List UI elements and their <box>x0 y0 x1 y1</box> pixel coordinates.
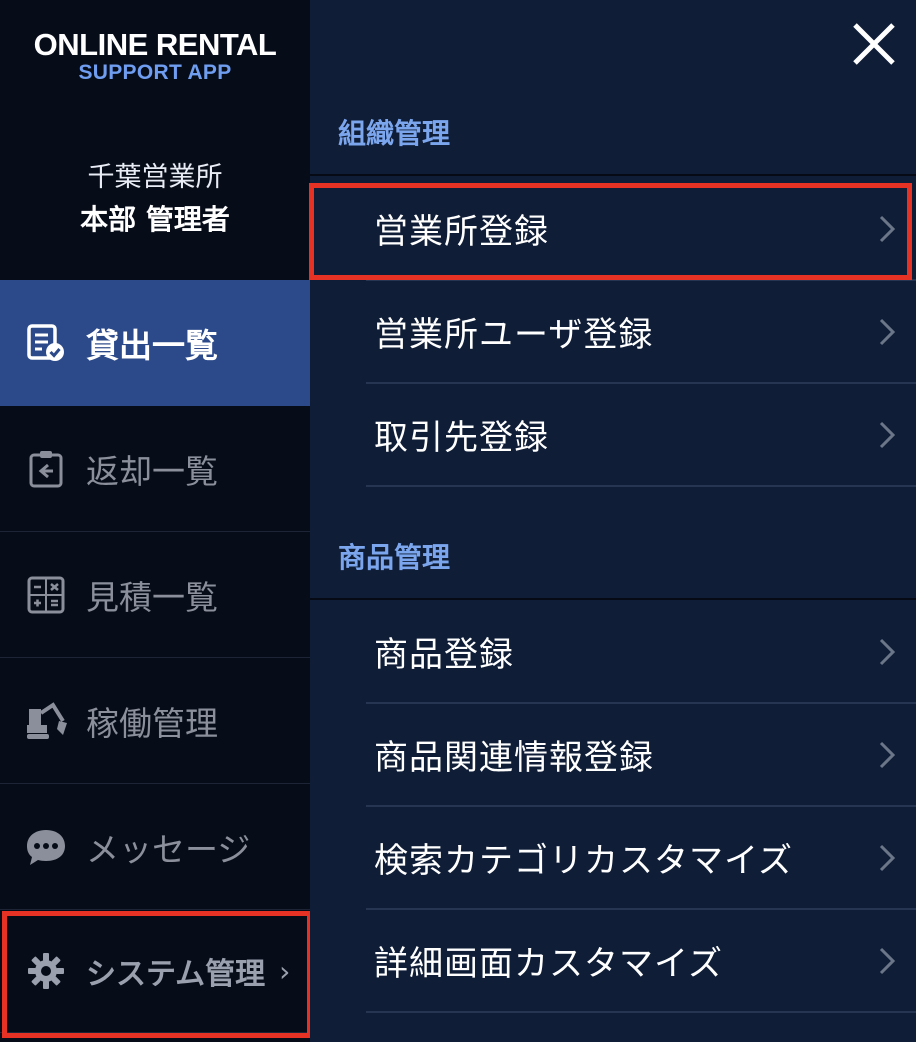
chevron-right-icon <box>879 318 896 345</box>
sidebar: ONLINE RENTAL SUPPORT APP 千葉営業所 本部 管理者 貸… <box>0 0 310 1042</box>
menu-item-label: 詳細画面カスタマイズ <box>374 944 723 984</box>
menu-item-product-registration[interactable]: 商品登録 <box>366 601 916 704</box>
sidebar-item-operation[interactable]: 稼働管理 <box>0 658 310 784</box>
return-clipboard-icon <box>24 447 68 491</box>
sidebar-item-system-admin[interactable]: システム管理 › <box>0 910 310 1033</box>
menu-item-office-user-registration[interactable]: 営業所ユーザ登録 <box>366 281 916 384</box>
menu-item-label: 取引先登録 <box>374 418 549 458</box>
user-role: 本部 管理者 <box>80 203 230 236</box>
sidebar-item-estimate-list[interactable]: 見積一覧 <box>0 532 310 658</box>
menu-item-office-registration[interactable]: 営業所登録 <box>366 178 916 281</box>
section-title-organization: 組織管理 <box>338 117 451 150</box>
sidebar-item-label: 見積一覧 <box>86 577 218 617</box>
menu-item-label: 営業所ユーザ登録 <box>374 315 654 355</box>
menu-item-search-category-customize[interactable]: 検索カテゴリカスタマイズ <box>366 807 916 910</box>
chevron-right-icon <box>879 421 896 448</box>
sidebar-nav: 貸出一覧 返却一覧 見積一覧 稼働管理 メッセージ システム管理 › <box>0 280 310 1033</box>
sidebar-item-label: 稼働管理 <box>86 703 218 743</box>
chevron-right-icon <box>879 215 896 242</box>
menu-item-product-related-info[interactable]: 商品関連情報登録 <box>366 704 916 807</box>
chevron-right-icon <box>879 638 896 665</box>
menu-item-label: 営業所登録 <box>374 212 549 252</box>
menu-item-client-registration[interactable]: 取引先登録 <box>366 384 916 487</box>
chevron-right-icon <box>879 741 896 768</box>
chevron-right-icon <box>879 844 896 871</box>
menu-item-detail-screen-customize[interactable]: 詳細画面カスタマイズ <box>366 910 916 1013</box>
menu-item-label: 商品関連情報登録 <box>374 738 654 778</box>
section-title-product: 商品管理 <box>338 541 451 574</box>
close-button[interactable] <box>850 20 898 68</box>
calculator-icon <box>24 573 68 617</box>
logo-sub-text: SUPPORT APP <box>78 61 232 84</box>
gear-icon <box>24 949 68 993</box>
chevron-right-icon: › <box>279 954 291 988</box>
divider <box>310 174 916 176</box>
menu-item-label: 検索カテゴリカスタマイズ <box>374 841 793 881</box>
sidebar-item-lending-list[interactable]: 貸出一覧 <box>0 280 310 406</box>
sidebar-item-label: 返却一覧 <box>86 451 218 491</box>
chevron-right-icon <box>879 947 896 974</box>
system-admin-menu-panel: 組織管理 営業所登録 営業所ユーザ登録 取引先登録 商品管理 商品登録 商品関連… <box>310 0 916 1042</box>
sidebar-item-label: 貸出一覧 <box>86 326 218 365</box>
office-name: 千葉営業所 <box>87 162 223 193</box>
sidebar-item-messages[interactable]: メッセージ <box>0 784 310 910</box>
logo-main-text: ONLINE RENTAL <box>33 27 277 62</box>
excavator-icon <box>24 699 68 743</box>
sidebar-item-label: システム管理 <box>86 957 266 992</box>
menu-item-label: 商品登録 <box>374 635 514 675</box>
close-icon <box>853 23 895 65</box>
sidebar-item-return-list[interactable]: 返却一覧 <box>0 406 310 532</box>
sidebar-item-label: メッセージ <box>86 829 251 869</box>
user-info: 千葉営業所 本部 管理者 <box>0 160 310 240</box>
chat-bubble-icon <box>24 825 68 869</box>
checklist-icon <box>24 321 68 365</box>
divider <box>310 598 916 600</box>
app-logo: ONLINE RENTAL SUPPORT APP <box>0 28 310 84</box>
